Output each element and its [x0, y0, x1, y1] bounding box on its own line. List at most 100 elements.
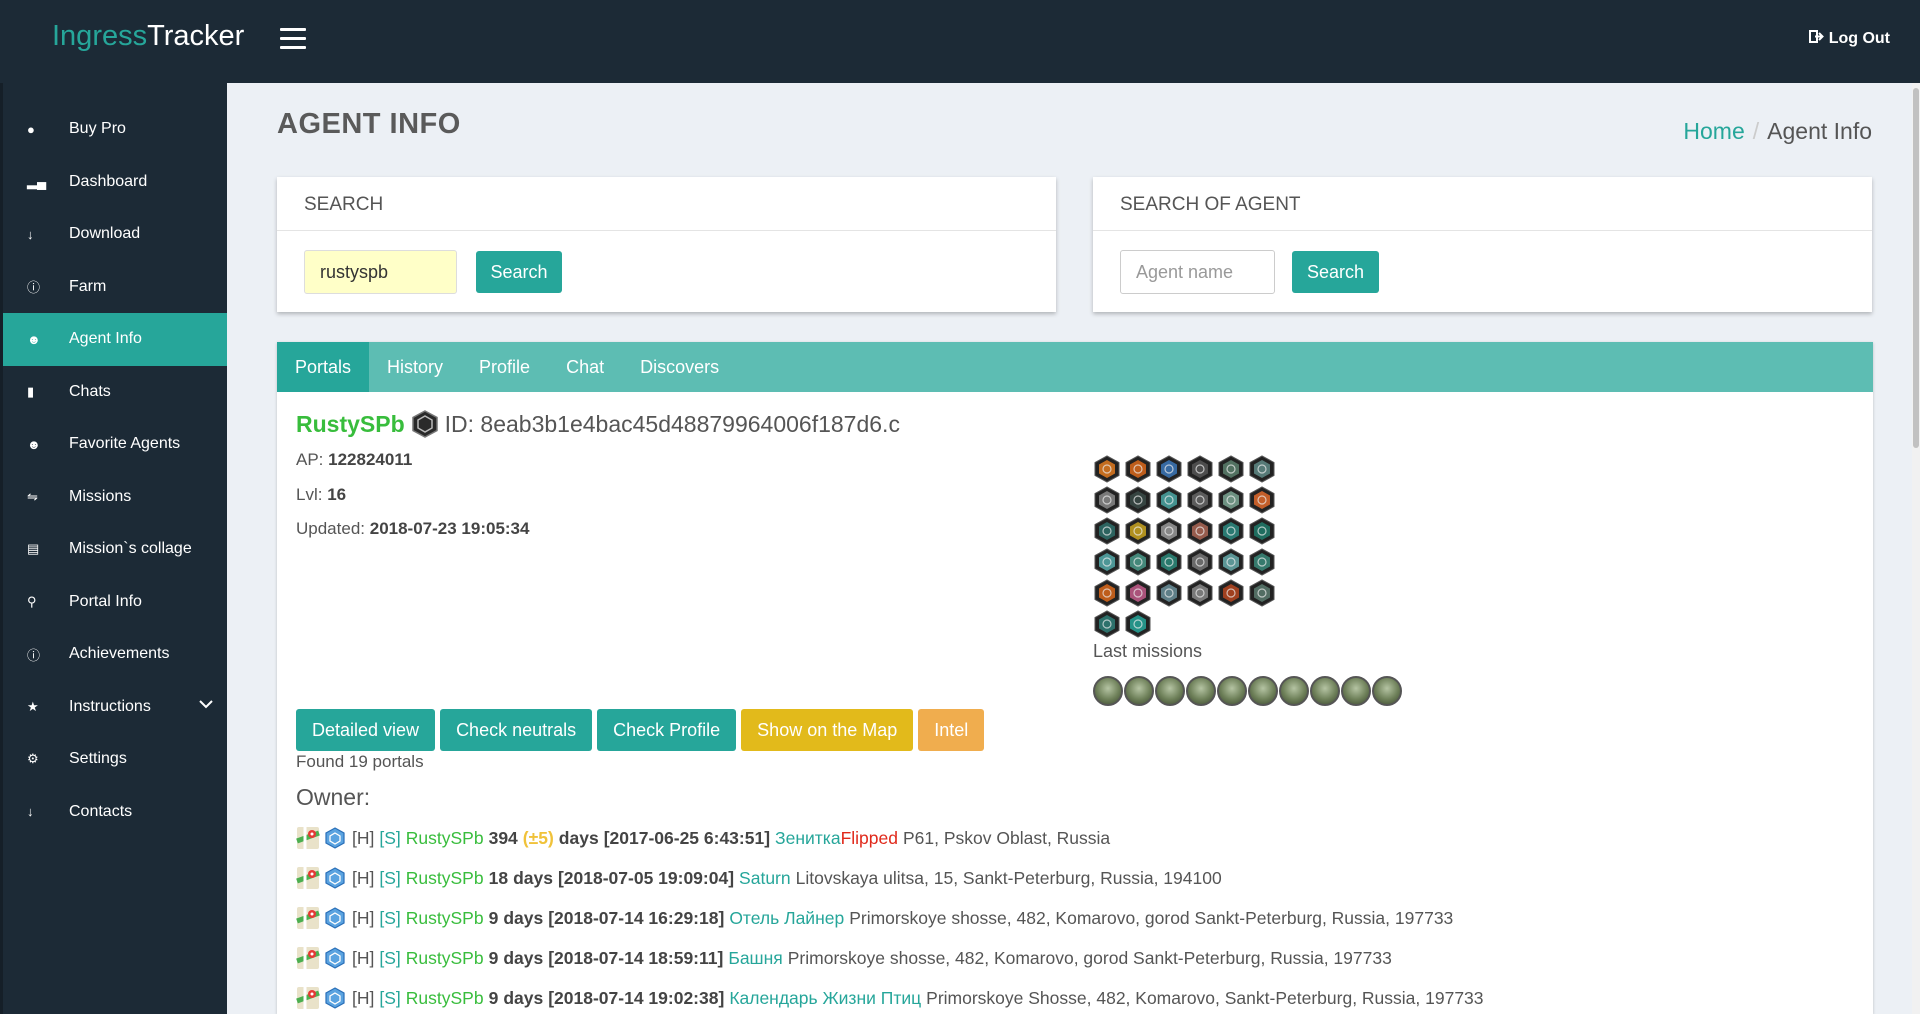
gear-icon: ⚙ [27, 751, 39, 767]
check-profile-button[interactable]: Check Profile [597, 709, 737, 751]
portal-name-link[interactable]: Башня [728, 948, 782, 969]
intel-button[interactable]: Intel [918, 709, 985, 751]
medal-badge-icon[interactable] [1155, 455, 1183, 483]
medal-badge-icon[interactable] [1217, 486, 1245, 514]
portal-owner[interactable]: RustySPb [406, 908, 484, 929]
intel-portal-icon[interactable] [324, 987, 346, 1009]
user-icon: ☻ [27, 331, 41, 347]
medal-badge-icon[interactable] [1093, 548, 1121, 576]
medal-badge-icon[interactable] [1124, 579, 1152, 607]
tab-discovers[interactable]: Discovers [622, 342, 737, 392]
app-logo[interactable]: IngressTracker [52, 20, 244, 53]
medal-badge-icon[interactable] [1248, 579, 1276, 607]
sidebar-item-farm[interactable]: ⓘ Farm [3, 261, 227, 314]
sidebar-item-contacts[interactable]: ↓ Contacts [3, 786, 227, 839]
medal-badge-icon[interactable] [1155, 517, 1183, 545]
medal-badge-icon[interactable] [1186, 548, 1214, 576]
tab-chat[interactable]: Chat [548, 342, 622, 392]
mission-thumbnail[interactable] [1124, 676, 1154, 706]
medal-badge-icon[interactable] [1155, 579, 1183, 607]
intel-portal-icon[interactable] [324, 907, 346, 929]
intel-portal-icon[interactable] [324, 947, 346, 969]
google-maps-icon[interactable] [296, 986, 320, 1010]
tab-profile[interactable]: Profile [461, 342, 548, 392]
medal-badge-icon[interactable] [1124, 517, 1152, 545]
sidebar-item-achievements[interactable]: ⓘ Achievements [3, 628, 227, 681]
sidebar-item-agent-info[interactable]: ☻ Agent Info [3, 313, 227, 366]
sidebar-item-settings[interactable]: ⚙ Settings [3, 733, 227, 786]
medal-badge-icon[interactable] [1217, 548, 1245, 576]
portal-name-link[interactable]: Календарь Жизни Птиц [729, 988, 921, 1009]
sidebar-item-download[interactable]: ↓ Download [3, 208, 227, 261]
google-maps-icon[interactable] [296, 946, 320, 970]
tab-portals[interactable]: Portals [277, 342, 370, 392]
search-agent-button[interactable]: Search [1292, 251, 1379, 293]
sidebar-item-chats[interactable]: ▮ Chats [3, 366, 227, 419]
mission-thumbnail[interactable] [1341, 676, 1371, 706]
medal-badge-icon[interactable] [1217, 455, 1245, 483]
medal-badge-icon[interactable] [1155, 486, 1183, 514]
sidebar-item-favorite-agents[interactable]: ☻ Favorite Agents [3, 418, 227, 471]
medal-badge-icon[interactable] [1124, 610, 1152, 638]
portal-owner[interactable]: RustySPb [406, 948, 484, 969]
medal-badge-icon[interactable] [1248, 455, 1276, 483]
sidebar-item-missions-collage[interactable]: ▤ Mission`s collage [3, 523, 227, 576]
tab-history[interactable]: History [369, 342, 461, 392]
portal-address: Primorskoye shosse, 482, Komarovo, gorod… [849, 907, 1454, 928]
medal-badge-icon[interactable] [1124, 486, 1152, 514]
search-input[interactable]: rustyspb [304, 250, 457, 294]
google-maps-icon[interactable] [296, 906, 320, 930]
medal-badge-icon[interactable] [1093, 486, 1121, 514]
piggy-bank-icon: ● [27, 121, 35, 137]
portal-owner[interactable]: RustySPb [406, 828, 484, 849]
portal-owner[interactable]: RustySPb [406, 868, 484, 889]
mission-thumbnail[interactable] [1279, 676, 1309, 706]
medal-badge-icon[interactable] [1155, 548, 1183, 576]
mission-thumbnail[interactable] [1155, 676, 1185, 706]
search-button[interactable]: Search [476, 251, 562, 293]
menu-toggle-icon[interactable] [280, 28, 306, 50]
logout-button[interactable]: Log Out [1808, 30, 1890, 48]
intel-portal-icon[interactable] [324, 827, 346, 849]
mission-thumbnail[interactable] [1186, 676, 1216, 706]
medal-badge-icon[interactable] [1186, 486, 1214, 514]
mission-thumbnail[interactable] [1310, 676, 1340, 706]
medal-badge-icon[interactable] [1124, 455, 1152, 483]
portal-name-link[interactable]: Отель Лайнер [729, 908, 844, 929]
breadcrumb-home-link[interactable]: Home [1683, 118, 1744, 144]
medal-badge-icon[interactable] [1124, 548, 1152, 576]
google-maps-icon[interactable] [296, 866, 320, 890]
medal-badge-icon[interactable] [1186, 579, 1214, 607]
agent-name-input[interactable]: Agent name [1120, 250, 1275, 294]
mission-thumbnail[interactable] [1093, 676, 1123, 706]
check-neutrals-button[interactable]: Check neutrals [440, 709, 593, 751]
medal-badge-icon[interactable] [1093, 455, 1121, 483]
agent-ap: AP: 122824011 [296, 450, 412, 470]
portal-name-link[interactable]: Saturn [739, 868, 791, 889]
sidebar-item-instructions[interactable]: ★ Instructions [3, 681, 227, 734]
sidebar-item-missions[interactable]: ⇋ Missions [3, 471, 227, 524]
medal-badge-icon[interactable] [1186, 517, 1214, 545]
medal-badge-icon[interactable] [1093, 517, 1121, 545]
detailed-view-button[interactable]: Detailed view [296, 709, 436, 751]
medal-badge-icon[interactable] [1217, 517, 1245, 545]
mission-thumbnail[interactable] [1372, 676, 1402, 706]
medal-badge-icon[interactable] [1186, 455, 1214, 483]
google-maps-icon[interactable] [296, 826, 320, 850]
medal-badge-icon[interactable] [1248, 548, 1276, 576]
medal-badge-icon[interactable] [1248, 486, 1276, 514]
mission-thumbnail[interactable] [1248, 676, 1278, 706]
show-on-map-button[interactable]: Show on the Map [741, 709, 914, 751]
medal-badge-icon[interactable] [1248, 517, 1276, 545]
sidebar-item-buy-pro[interactable]: ● Buy Pro [3, 103, 227, 156]
medal-badge-icon[interactable] [1093, 579, 1121, 607]
portal-owner[interactable]: RustySPb [406, 988, 484, 1009]
page-scrollbar-thumb[interactable] [1913, 88, 1919, 448]
medal-badge-icon[interactable] [1217, 579, 1245, 607]
sidebar-item-portal-info[interactable]: ⚲ Portal Info [3, 576, 227, 629]
portal-name-link[interactable]: Зенитка [775, 828, 841, 849]
sidebar-item-dashboard[interactable]: ▂▄ Dashboard [3, 156, 227, 209]
intel-portal-icon[interactable] [324, 867, 346, 889]
medal-badge-icon[interactable] [1093, 610, 1121, 638]
mission-thumbnail[interactable] [1217, 676, 1247, 706]
